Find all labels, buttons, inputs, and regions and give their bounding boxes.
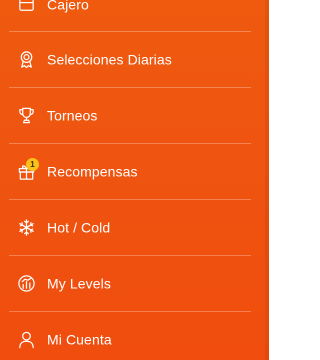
menu-item-label: Selecciones Diarias <box>47 51 172 68</box>
menu-item-label: Torneos <box>47 107 98 124</box>
notification-badge: 1 <box>26 158 39 171</box>
menu-item-torneos[interactable]: Torneos <box>0 88 265 144</box>
menu-item-label: Cajero <box>47 0 89 13</box>
side-menu: Cajero Selecciones Diarias Torneos 1 Rec… <box>0 0 269 360</box>
award-medal-icon <box>17 50 36 69</box>
menu-item-hot-cold[interactable]: Hot / Cold <box>0 200 265 256</box>
menu-item-selecciones-diarias[interactable]: Selecciones Diarias <box>0 32 265 88</box>
cashier-icon <box>17 0 36 14</box>
menu-item-label: My Levels <box>47 275 111 292</box>
menu-item-my-levels[interactable]: My Levels <box>0 256 265 312</box>
menu-item-cajero[interactable]: Cajero <box>0 0 265 33</box>
trophy-icon <box>17 106 36 125</box>
menu-item-recompensas[interactable]: 1 Recompensas <box>0 144 265 200</box>
menu-item-label: Hot / Cold <box>47 219 111 236</box>
levels-gauge-icon <box>17 274 36 293</box>
user-icon <box>17 330 36 349</box>
snowflake-flame-icon <box>17 218 36 237</box>
menu-item-label: Mi Cuenta <box>47 331 112 348</box>
menu-item-mi-cuenta[interactable]: Mi Cuenta <box>0 312 265 360</box>
menu-item-label: Recompensas <box>47 163 138 180</box>
scrollbar[interactable] <box>265 0 269 360</box>
